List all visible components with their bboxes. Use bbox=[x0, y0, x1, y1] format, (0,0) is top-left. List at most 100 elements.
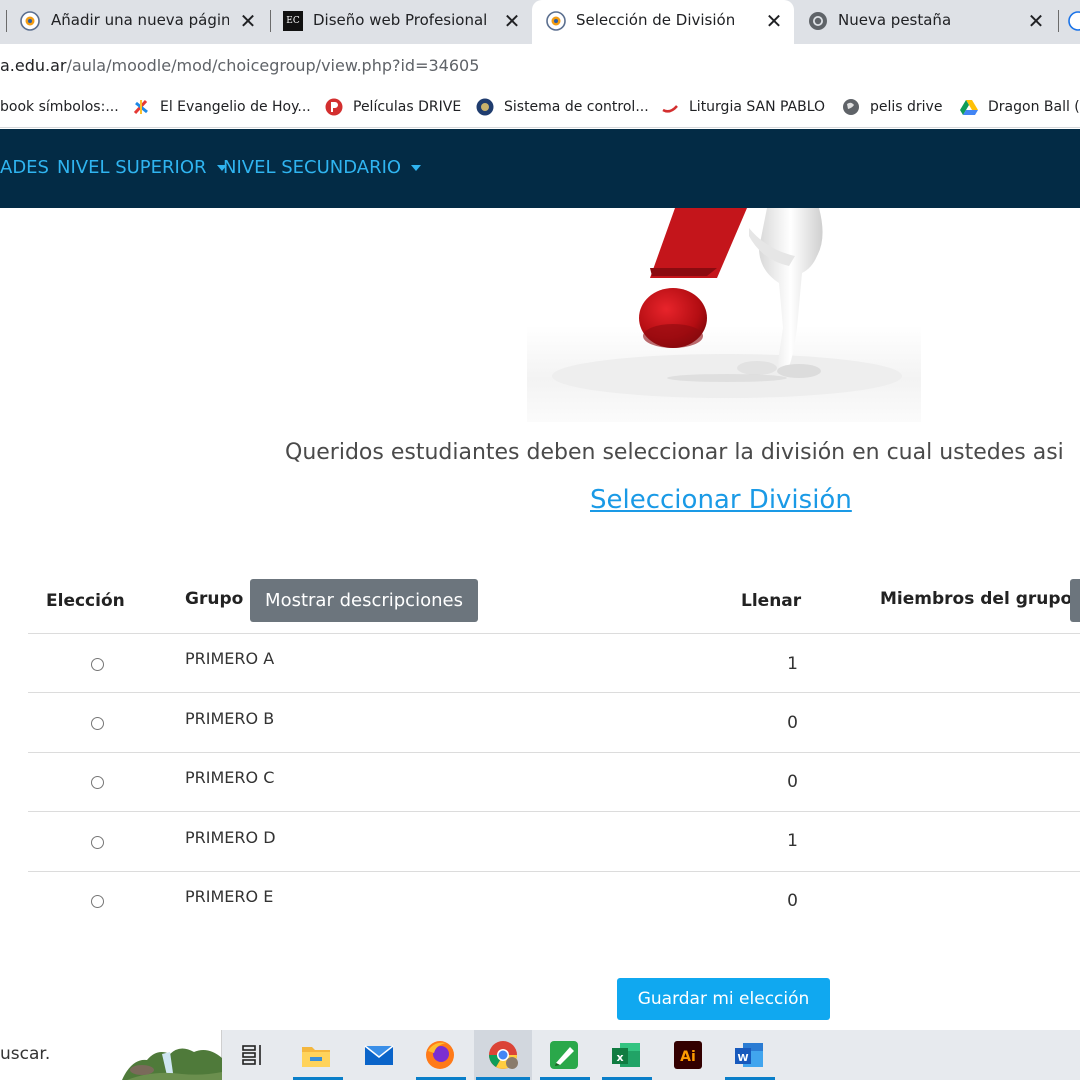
table-row: PRIMERO A 1 bbox=[0, 634, 1080, 693]
site-navbar: ADES NIVEL SUPERIOR NIVEL SECUNDARIO bbox=[0, 129, 1080, 208]
google-drive-icon bbox=[960, 100, 978, 115]
tab-title: Selección de División bbox=[576, 11, 736, 29]
moodle-favicon-icon bbox=[20, 11, 40, 31]
windows-taskbar: uscar. x Ai W bbox=[0, 1030, 1080, 1080]
chrome-favicon-icon bbox=[809, 12, 827, 30]
group-fill: 0 bbox=[787, 891, 798, 911]
drawing-app-icon[interactable] bbox=[548, 1039, 580, 1071]
group-name: PRIMERO D bbox=[185, 828, 276, 847]
header-fill: Llenar bbox=[741, 591, 802, 611]
file-explorer-icon[interactable] bbox=[300, 1039, 332, 1071]
bookmark-label: Dragon Ball (L bbox=[988, 99, 1080, 115]
choice-radio[interactable] bbox=[91, 776, 104, 789]
word-icon[interactable]: W bbox=[733, 1039, 765, 1071]
bookmark-label: Liturgia SAN PABLO bbox=[689, 99, 826, 115]
table-row: PRIMERO E 0 bbox=[0, 872, 1080, 931]
bookmark-label: book símbolos:... bbox=[0, 99, 119, 115]
illustrator-letters: Ai bbox=[680, 1049, 696, 1065]
bookmark-pelis-drive[interactable]: pelis drive bbox=[842, 97, 942, 117]
bookmark-dragon-ball[interactable]: Dragon Ball (L bbox=[960, 97, 1080, 117]
bookmark-label: El Evangelio de Hoy... bbox=[160, 99, 311, 115]
url-text[interactable]: a.edu.ar/aula/moodle/mod/choicegroup/vie… bbox=[0, 56, 479, 75]
tab-separator bbox=[6, 10, 7, 32]
tab-active-division[interactable]: Selección de División ✕ bbox=[532, 0, 794, 44]
caret-down-icon bbox=[411, 164, 422, 171]
tab-new-tab[interactable]: Nueva pestaña ✕ bbox=[796, 0, 1058, 44]
choice-radio[interactable] bbox=[91, 717, 104, 730]
group-fill: 0 bbox=[787, 772, 798, 792]
nav-item-label: NIVEL SUPERIOR bbox=[57, 157, 207, 178]
moodle-favicon-icon bbox=[546, 11, 566, 31]
bookmark-label: Películas DRIVE bbox=[353, 99, 462, 115]
group-fill: 1 bbox=[787, 654, 798, 674]
close-icon[interactable]: ✕ bbox=[502, 9, 522, 33]
word-letter: W bbox=[737, 1053, 748, 1064]
show-descriptions-button[interactable]: Mostrar descripciones bbox=[250, 579, 478, 622]
nav-item-nivel-secundario[interactable]: NIVEL SECUNDARIO bbox=[223, 157, 422, 178]
nav-item-nivel-superior[interactable]: NIVEL SUPERIOR bbox=[57, 157, 227, 178]
moodle-favicon-icon bbox=[1068, 11, 1080, 31]
header-members: Miembros del grupo bbox=[880, 589, 1073, 609]
tab-separator bbox=[1058, 10, 1059, 32]
landscape-search-highlight-icon bbox=[122, 1048, 222, 1080]
select-division-link[interactable]: Seleccionar División bbox=[590, 485, 852, 515]
table-row: PRIMERO D 1 bbox=[0, 812, 1080, 871]
san-pablo-logo-icon bbox=[662, 105, 678, 113]
excel-icon[interactable]: x bbox=[610, 1039, 642, 1071]
excel-letter: x bbox=[616, 1051, 623, 1064]
group-name: PRIMERO A bbox=[185, 649, 275, 668]
choice-radio[interactable] bbox=[91, 658, 104, 671]
chrome-icon[interactable] bbox=[487, 1039, 519, 1071]
bookmark-evangelio[interactable]: El Evangelio de Hoy... bbox=[132, 97, 311, 117]
bookmark-peliculas-drive[interactable]: Películas DRIVE bbox=[325, 97, 461, 117]
task-view-icon[interactable] bbox=[240, 1042, 266, 1068]
tab-title: Diseño web Profesional con bbox=[313, 11, 493, 29]
choice-radio[interactable] bbox=[91, 836, 104, 849]
nav-item-label: NIVEL SECUNDARIO bbox=[223, 157, 402, 178]
browser-tab-strip: Añadir una nueva página < ✕ EC Diseño we… bbox=[0, 0, 1080, 44]
intro-text: Queridos estudiantes deben seleccionar l… bbox=[285, 440, 1064, 465]
show-members-button[interactable] bbox=[1070, 579, 1080, 622]
hero-question-image bbox=[527, 208, 921, 422]
url-path: /aula/moodle/mod/choicegroup/view.php?id… bbox=[66, 56, 480, 75]
ec-favicon-icon: EC bbox=[283, 11, 303, 31]
bookmark-label: pelis drive bbox=[870, 99, 943, 115]
tab-add-page[interactable]: Añadir una nueva página < ✕ bbox=[0, 0, 268, 44]
close-icon[interactable]: ✕ bbox=[764, 9, 784, 33]
choice-radio[interactable] bbox=[91, 895, 104, 908]
save-choice-button[interactable]: Guardar mi elección bbox=[617, 978, 830, 1020]
question-mark-figure-illustration bbox=[552, 208, 902, 398]
bookmarks-bar: book símbolos:... El Evangelio de Hoy...… bbox=[0, 86, 1080, 128]
bookmark-label: Sistema de control... bbox=[504, 99, 649, 115]
header-group: Grupo bbox=[185, 589, 244, 609]
address-bar[interactable]: a.edu.ar/aula/moodle/mod/choicegroup/vie… bbox=[0, 44, 1080, 86]
url-host: a.edu.ar bbox=[0, 56, 67, 75]
shield-emblem-icon bbox=[476, 98, 494, 116]
group-name: PRIMERO C bbox=[185, 768, 275, 787]
group-fill: 0 bbox=[787, 713, 798, 733]
nav-item-actividades[interactable]: ADES bbox=[0, 157, 49, 178]
firefox-icon[interactable] bbox=[424, 1039, 456, 1071]
bookmark-simbolos[interactable]: book símbolos:... bbox=[0, 97, 119, 117]
cross-icon bbox=[133, 99, 148, 115]
taskbar-search-box[interactable]: uscar. bbox=[0, 1030, 222, 1080]
close-icon[interactable]: ✕ bbox=[238, 9, 258, 33]
close-icon[interactable]: ✕ bbox=[1026, 9, 1046, 33]
tab-separator bbox=[270, 10, 271, 32]
nav-item-label: ADES bbox=[0, 157, 49, 178]
header-choice: Elección bbox=[46, 591, 125, 611]
illustrator-icon[interactable]: Ai bbox=[672, 1039, 704, 1071]
tab-partial[interactable] bbox=[1058, 0, 1080, 44]
group-name: PRIMERO B bbox=[185, 709, 275, 728]
pelis-red-circle-icon bbox=[325, 98, 343, 116]
bookmark-sistema-control[interactable]: Sistema de control... bbox=[476, 97, 649, 117]
table-row: PRIMERO B 0 bbox=[0, 693, 1080, 752]
group-fill: 1 bbox=[787, 831, 798, 851]
search-placeholder: uscar. bbox=[0, 1044, 51, 1064]
mail-icon[interactable] bbox=[363, 1039, 395, 1071]
tab-title: Añadir una nueva página < bbox=[51, 11, 229, 29]
tab-title: Nueva pestaña bbox=[838, 11, 952, 29]
tab-web-design[interactable]: EC Diseño web Profesional con ✕ bbox=[268, 0, 530, 44]
bookmark-liturgia[interactable]: Liturgia SAN PABLO bbox=[661, 97, 825, 117]
group-name: PRIMERO E bbox=[185, 887, 274, 906]
